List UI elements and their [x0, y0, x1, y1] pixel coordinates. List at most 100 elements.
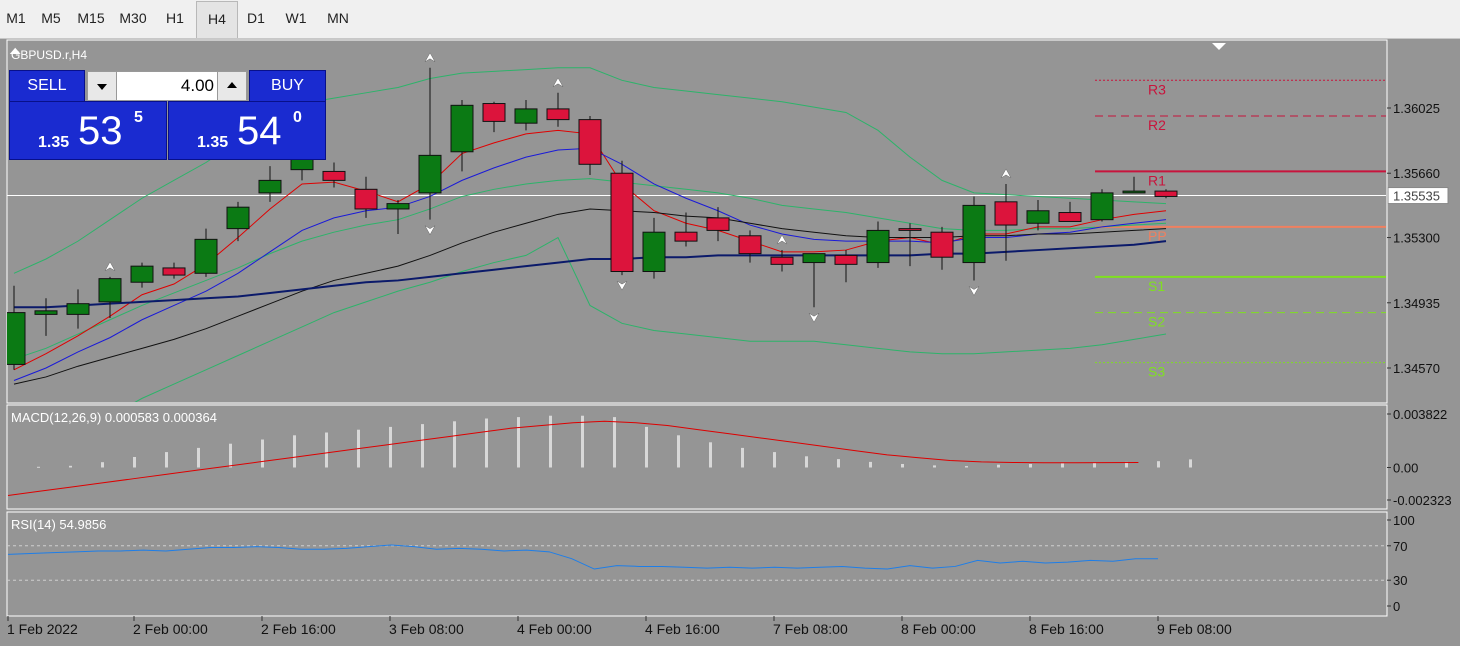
timeframe-m15[interactable]: M15	[70, 0, 112, 37]
macd-histogram-bar	[197, 447, 200, 468]
macd-histogram-bar	[901, 463, 904, 468]
timeframe-m1[interactable]: M1	[0, 0, 32, 37]
buy-button[interactable]: BUY	[249, 70, 326, 102]
time-axis-label: 9 Feb 08:00	[1157, 621, 1232, 637]
rsi-axis-label: 0	[1393, 599, 1400, 614]
rsi-axis-label: 100	[1393, 513, 1415, 528]
time-axis-label: 4 Feb 00:00	[517, 621, 592, 637]
candle-body	[1154, 190, 1178, 197]
buy-price-prefix: 1.35	[197, 134, 229, 151]
sell-button[interactable]: SELL	[9, 70, 85, 102]
macd-histogram-bar	[805, 456, 808, 468]
pivot-label-s2: S2	[1148, 314, 1165, 330]
macd-histogram-bar	[549, 415, 552, 468]
time-axis-label: 4 Feb 16:00	[645, 621, 720, 637]
time-axis-label: 8 Feb 16:00	[1029, 621, 1104, 637]
candle-body	[706, 217, 730, 231]
candle-body	[1122, 190, 1146, 194]
timeframe-m30[interactable]: M30	[112, 0, 154, 37]
pivot-label-s3: S3	[1148, 364, 1165, 380]
chevron-up-icon	[227, 82, 237, 88]
candle-body	[226, 206, 250, 230]
timeframe-h4[interactable]: H4	[196, 1, 238, 38]
candle-body	[194, 238, 218, 274]
price-axis-label: 1.34570	[1393, 361, 1440, 376]
current-price-label: 1.35535	[1393, 189, 1440, 204]
time-axis-label: 8 Feb 00:00	[901, 621, 976, 637]
candle-body	[482, 103, 506, 122]
macd-histogram-bar	[869, 461, 872, 468]
macd-histogram-bar	[517, 417, 520, 468]
rsi-axis-label: 70	[1393, 539, 1407, 554]
candle-body	[162, 267, 186, 276]
buy-price-big: 54	[237, 109, 282, 153]
macd-histogram-bar	[1061, 463, 1064, 468]
candle-body	[450, 104, 474, 153]
lot-size-field[interactable]: 4.00	[87, 71, 247, 101]
buy-price-display[interactable]: 1.35 54 0	[168, 101, 326, 160]
macd-histogram-bar	[997, 464, 1000, 468]
timeframe-toolbar: M1 M5 M15 M30 H1 H4 D1 W1 MN	[0, 0, 1460, 39]
macd-histogram-bar	[613, 417, 616, 468]
lot-increase-button[interactable]	[217, 72, 246, 100]
timeframe-mn[interactable]: MN	[316, 0, 360, 37]
macd-histogram-bar	[485, 418, 488, 468]
candle-body	[418, 154, 442, 194]
price-axis-label: 1.34935	[1393, 296, 1440, 311]
candle-body	[1090, 192, 1114, 221]
lot-decrease-button[interactable]	[88, 72, 117, 100]
macd-histogram-bar	[421, 424, 424, 468]
timeframe-h1[interactable]: H1	[154, 0, 196, 37]
candle-body	[834, 254, 858, 265]
time-axis-label: 1 Feb 2022	[7, 621, 78, 637]
macd-histogram-bar	[1029, 463, 1032, 468]
macd-axis-label: -0.002323	[1393, 493, 1452, 508]
symbol-label: GBPUSD.r,H4	[11, 48, 87, 62]
candle-body	[738, 235, 762, 255]
pivot-label-s1: S1	[1148, 278, 1165, 294]
candle-body	[98, 278, 122, 303]
macd-histogram-bar	[773, 452, 776, 468]
macd-histogram-bar	[165, 452, 168, 468]
time-axis-label: 3 Feb 08:00	[389, 621, 464, 637]
candle-body	[642, 231, 666, 273]
candle-body	[66, 303, 90, 315]
candle-body	[386, 203, 410, 210]
macd-histogram-bar	[101, 462, 104, 468]
macd-histogram-bar	[293, 435, 296, 468]
macd-histogram-bar	[325, 432, 328, 468]
rsi-label: RSI(14) 54.9856	[11, 517, 106, 532]
candle-body	[578, 119, 602, 165]
timeframe-d1[interactable]: D1	[236, 0, 276, 37]
candle-body	[802, 253, 826, 264]
candle-body	[930, 231, 954, 258]
timeframe-m5[interactable]: M5	[32, 0, 70, 37]
macd-histogram-bar	[69, 465, 72, 468]
price-axis-label: 1.36025	[1393, 101, 1440, 116]
candle-body	[1026, 210, 1050, 224]
candle-body	[1058, 212, 1082, 222]
macd-histogram-bar	[261, 439, 264, 468]
sell-button-label: SELL	[27, 77, 67, 94]
macd-label: MACD(12,26,9) 0.000583 0.000364	[11, 410, 217, 425]
candle-body	[546, 108, 570, 121]
sell-price-big: 53	[78, 109, 123, 153]
price-axis-label: 1.35660	[1393, 166, 1440, 181]
sell-price-display[interactable]: 1.35 53 5	[9, 101, 167, 160]
candle-body	[994, 201, 1018, 226]
chevron-down-icon	[97, 84, 107, 90]
macd-histogram-bar	[229, 443, 232, 468]
timeframe-w1[interactable]: W1	[276, 0, 316, 37]
macd-axis-label: 0.00	[1393, 460, 1418, 475]
candle-body	[258, 179, 282, 194]
macd-histogram-bar	[133, 456, 136, 468]
pivot-label-r3: R3	[1148, 81, 1166, 97]
price-axis-label: 1.35300	[1393, 231, 1440, 246]
candle-body	[866, 229, 890, 264]
candle-body	[130, 265, 154, 283]
lot-size-value[interactable]: 4.00	[118, 72, 214, 100]
one-click-trading-panel: SELL 4.00 BUY 1.35 53 5 1.35 54 0	[9, 70, 326, 160]
macd-histogram-bar	[1189, 459, 1192, 468]
time-axis-label: 7 Feb 08:00	[773, 621, 848, 637]
macd-histogram-bar	[645, 426, 648, 468]
